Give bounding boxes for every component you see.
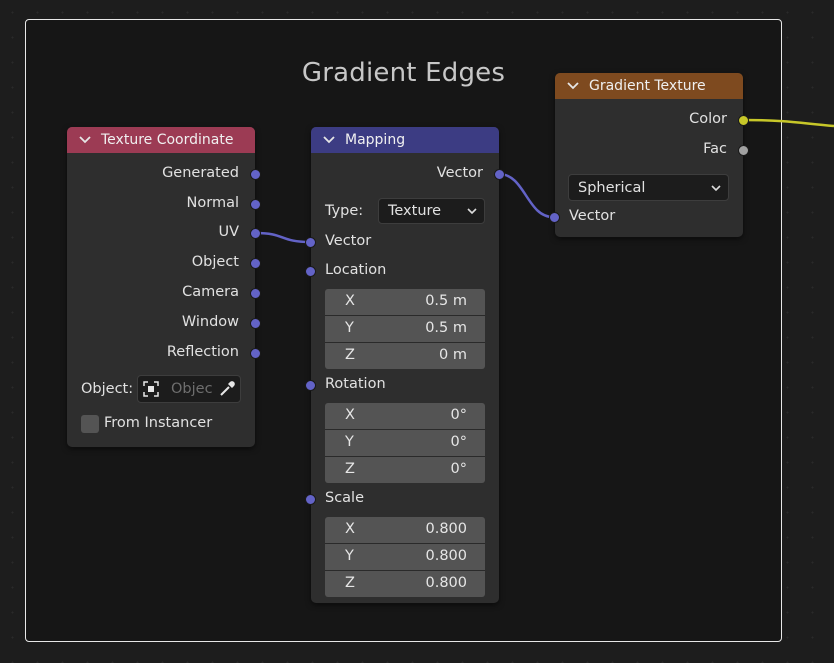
object-label: Object: (81, 381, 134, 397)
texture-coordinate-title: Texture Coordinate (101, 132, 234, 148)
rotation-z-value: 0° (450, 461, 467, 477)
location-x-value: 0.5 m (425, 293, 467, 309)
location-label: Location (325, 262, 387, 278)
output-fac-label: Fac (703, 141, 727, 157)
axis-y-label: Y (345, 320, 354, 336)
axis-z-label: Z (345, 575, 355, 591)
scale-z-value: 0.800 (425, 575, 467, 591)
output-camera-label: Camera (182, 284, 239, 300)
gradient-texture-header[interactable]: Gradient Texture (555, 73, 743, 99)
axis-z-label: Z (345, 347, 355, 363)
socket-object[interactable] (250, 258, 261, 269)
socket-fac[interactable] (738, 145, 749, 156)
chevron-down-icon (467, 208, 477, 215)
rotation-x-field[interactable]: X 0° (325, 403, 485, 429)
mapping-header[interactable]: Mapping (311, 127, 499, 153)
socket-uv[interactable] (250, 228, 261, 239)
output-normal-label: Normal (186, 195, 239, 211)
chevron-down-icon (711, 184, 721, 191)
socket-normal[interactable] (250, 199, 261, 210)
gradient-type-value: Spherical (578, 179, 646, 196)
scale-z-field[interactable]: Z 0.800 (325, 571, 485, 597)
rotation-x-value: 0° (450, 407, 467, 423)
from-instancer-checkbox[interactable] (81, 415, 99, 433)
type-dropdown-value: Texture (388, 203, 442, 219)
mapping-title: Mapping (345, 132, 406, 148)
gradient-texture-title: Gradient Texture (589, 78, 706, 94)
output-color-label: Color (689, 111, 727, 127)
location-x-field[interactable]: X 0.5 m (325, 289, 485, 315)
type-label: Type: (325, 203, 364, 219)
rotation-z-field[interactable]: Z 0° (325, 457, 485, 483)
object-field[interactable]: Objec (137, 375, 241, 403)
socket-window[interactable] (250, 318, 261, 329)
chevron-down-icon[interactable] (565, 78, 581, 94)
chevron-down-icon[interactable] (77, 132, 93, 148)
gradient-type-dropdown[interactable]: Spherical (568, 174, 729, 201)
gradient-texture-node[interactable]: Gradient Texture Color Fac Spherical Vec… (549, 73, 749, 237)
texture-coordinate-header[interactable]: Texture Coordinate (67, 127, 255, 153)
axis-y-label: Y (345, 434, 354, 450)
scale-y-field[interactable]: Y 0.800 (325, 544, 485, 570)
output-object-label: Object (191, 254, 239, 270)
socket-scale[interactable] (305, 494, 316, 505)
socket-reflection[interactable] (250, 348, 261, 359)
rotation-y-value: 0° (450, 434, 467, 450)
scale-x-value: 0.800 (425, 521, 467, 537)
scale-x-field[interactable]: X 0.800 (325, 517, 485, 543)
output-window-label: Window (181, 314, 239, 330)
output-uv-label: UV (218, 224, 239, 240)
location-z-value: 0 m (439, 347, 467, 363)
object-icon (143, 381, 159, 397)
socket-mapping-input-vector[interactable] (305, 237, 316, 248)
socket-gradient-input-vector[interactable] (549, 212, 560, 223)
axis-x-label: X (345, 521, 355, 537)
output-reflection-label: Reflection (166, 344, 239, 360)
mapping-node[interactable]: Mapping Vector Type: Texture Vector Loca… (305, 127, 505, 603)
location-y-value: 0.5 m (425, 320, 467, 336)
rotation-y-field[interactable]: Y 0° (325, 430, 485, 456)
axis-y-label: Y (345, 548, 354, 564)
rotation-label: Rotation (325, 376, 386, 392)
chevron-down-icon[interactable] (321, 132, 337, 148)
location-y-field[interactable]: Y 0.5 m (325, 316, 485, 342)
mapping-input-vector-label: Vector (325, 233, 372, 249)
output-generated-label: Generated (162, 165, 239, 181)
mapping-output-vector-label: Vector (436, 165, 483, 181)
axis-x-label: X (345, 293, 355, 309)
texture-coordinate-node[interactable]: Texture Coordinate Generated Normal UV O… (67, 127, 261, 447)
axis-x-label: X (345, 407, 355, 423)
scale-label: Scale (325, 490, 365, 506)
socket-camera[interactable] (250, 288, 261, 299)
socket-rotation[interactable] (305, 380, 316, 391)
socket-generated[interactable] (250, 169, 261, 180)
from-instancer-label: From Instancer (104, 415, 213, 431)
socket-color[interactable] (738, 115, 749, 126)
object-placeholder: Objec (171, 381, 213, 397)
scale-y-value: 0.800 (425, 548, 467, 564)
eyedropper-icon[interactable] (218, 380, 236, 398)
axis-z-label: Z (345, 461, 355, 477)
location-z-field[interactable]: Z 0 m (325, 343, 485, 369)
type-dropdown[interactable]: Texture (378, 198, 485, 224)
socket-mapping-output-vector[interactable] (494, 169, 505, 180)
gradient-input-vector-label: Vector (569, 208, 616, 224)
socket-location[interactable] (305, 266, 316, 277)
